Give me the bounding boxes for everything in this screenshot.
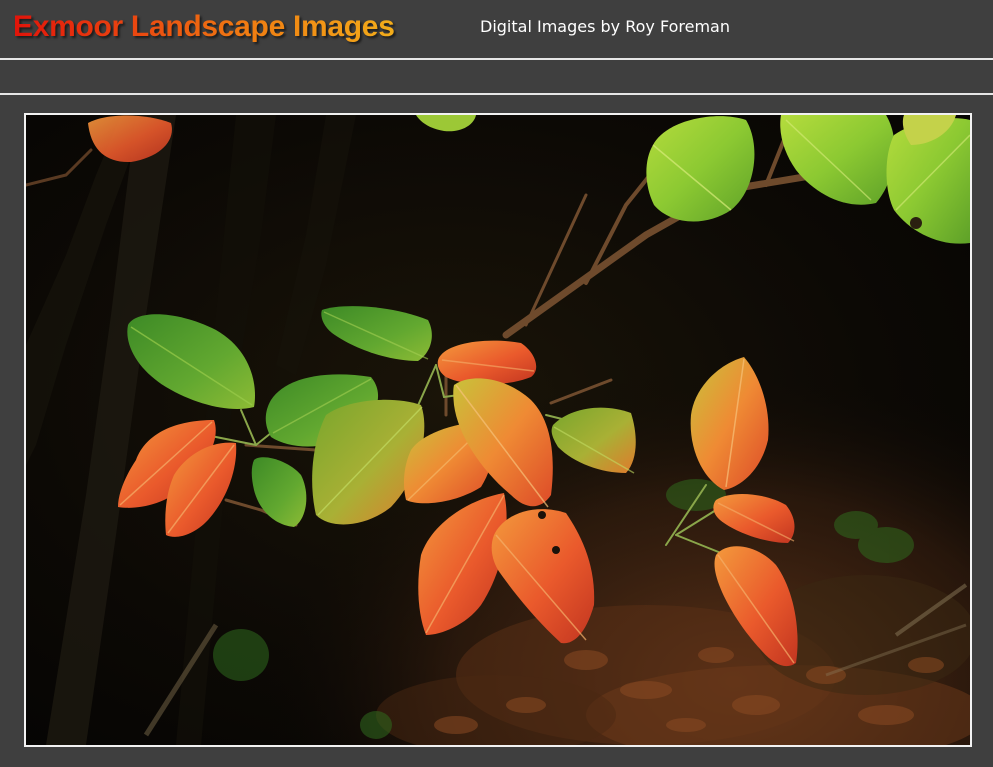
site-title[interactable]: Exmoor Landscape Images [13,9,395,45]
main-photo[interactable] [24,113,972,747]
site-subtitle: Digital Images by Roy Foreman [480,17,730,36]
site-header: Exmoor Landscape Images Digital Images b… [0,0,993,60]
nav-bar [0,60,993,95]
autumn-leaves-photo [26,115,970,745]
